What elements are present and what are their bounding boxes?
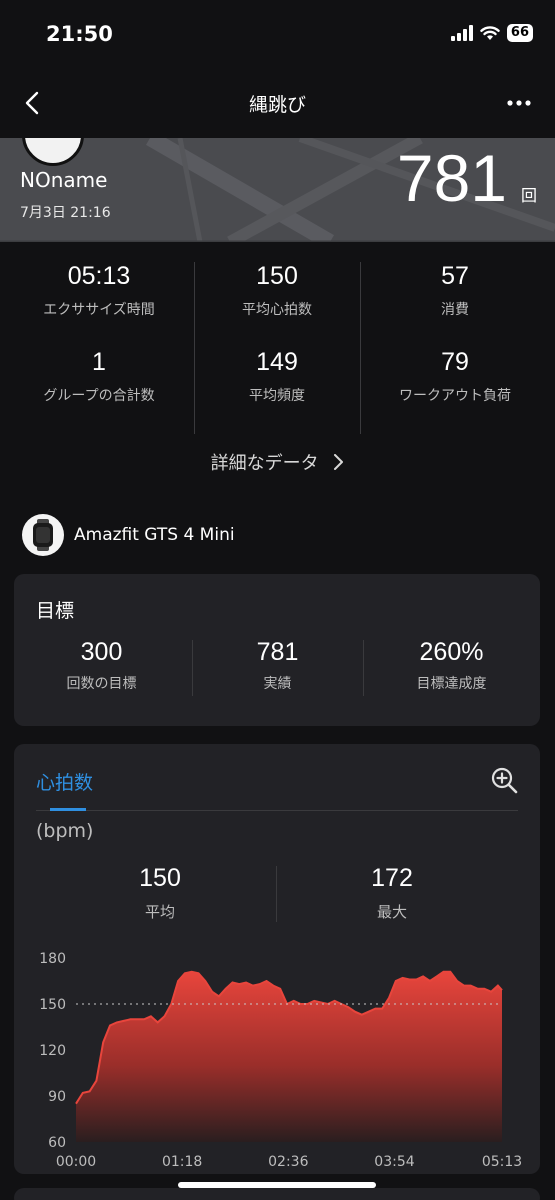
y-tick-label: 180 [39, 951, 66, 967]
heart-rate-card: 心拍数 (bpm) 150 平均 172 最大 180 150 120 90 60 00… [14, 744, 540, 1174]
unit-label: (bpm) [36, 820, 94, 842]
x-tick-label: 03:54 [374, 1154, 414, 1170]
stat-label: エクササイズ時間 [43, 302, 155, 318]
hr-max: 172 最大 [272, 864, 512, 922]
device-row[interactable]: Amazfit GTS 4 Mini [22, 514, 235, 556]
stat-avg-heart-rate: 150 平均心拍数 [188, 262, 366, 319]
hero-banner: NOname 7月3日 21:16 781 回 [0, 138, 555, 242]
jump-count-unit: 回 [520, 186, 537, 205]
next-card [14, 1188, 540, 1200]
wifi-icon [480, 26, 500, 40]
y-tick-label: 150 [39, 997, 66, 1013]
tab-active-indicator [50, 808, 86, 811]
stat-label: 平均頻度 [249, 388, 305, 404]
goal-label: 目標達成度 [416, 676, 487, 692]
battery-icon: 66 [506, 24, 533, 42]
tab-divider [36, 810, 518, 811]
watch-icon [22, 514, 64, 556]
goal-value: 300 [80, 638, 123, 666]
device-name: Amazfit GTS 4 Mini [74, 525, 235, 545]
more-icon[interactable] [505, 90, 533, 116]
chevron-right-icon [334, 454, 344, 470]
goal-value: 260% [419, 638, 484, 666]
hr-stat-value: 172 [371, 864, 413, 892]
stat-value: 05:13 [67, 262, 131, 290]
tab-heart-rate[interactable]: 心拍数 [36, 768, 93, 795]
y-tick-label: 60 [48, 1135, 66, 1151]
stat-workout-load: 79 ワークアウト負荷 [366, 348, 544, 405]
stat-value: 150 [256, 262, 298, 290]
nav-bar: 縄跳び [0, 78, 555, 128]
status-time: 21:50 [46, 22, 113, 46]
stat-label: 平均心拍数 [242, 302, 312, 318]
stat-value: 149 [256, 348, 298, 376]
goal-value: 781 [256, 638, 299, 666]
hr-average: 150 平均 [40, 864, 280, 922]
x-tick-label: 01:18 [162, 1154, 202, 1170]
session-datetime: 7月3日 21:16 [20, 205, 111, 221]
goal-title: 目標 [36, 600, 75, 622]
divider [360, 262, 361, 434]
hr-stat-value: 150 [139, 864, 181, 892]
goal-label: 回数の目標 [66, 676, 137, 692]
x-tick-label: 00:00 [56, 1154, 96, 1170]
x-tick-label: 02:36 [268, 1154, 308, 1170]
stat-value: 57 [441, 262, 469, 290]
detailed-data-link[interactable]: 詳細なデータ [0, 449, 555, 475]
goal-label: 実績 [263, 676, 292, 692]
goal-actual: 781 実績 [190, 638, 365, 693]
status-bar: 21:50 66 [0, 0, 555, 70]
divider [192, 640, 193, 696]
stat-value: 79 [441, 348, 469, 376]
hr-stat-label: 最大 [376, 903, 407, 921]
goal-achievement: 260% 目標達成度 [364, 638, 539, 693]
stat-label: グループの合計数 [43, 388, 155, 404]
hr-stat-label: 平均 [144, 903, 175, 921]
jump-count: 781 [396, 141, 507, 215]
stat-label: 消費 [441, 302, 469, 318]
x-tick-label: 05:13 [482, 1154, 522, 1170]
y-tick-label: 90 [48, 1089, 66, 1105]
user-name: NOname [20, 168, 108, 192]
cellular-signal-icon [450, 25, 473, 41]
divider [194, 262, 195, 434]
zoom-in-icon[interactable] [490, 766, 518, 794]
stat-calories: 57 消費 [366, 262, 544, 319]
heart-rate-area [76, 971, 502, 1142]
stat-avg-frequency: 149 平均頻度 [188, 348, 366, 405]
goal-card: 目標 300 回数の目標 781 実績 260% 目標達成度 [14, 574, 540, 726]
detailed-data-label: 詳細なデータ [210, 453, 319, 474]
y-tick-label: 120 [39, 1043, 66, 1059]
goal-target: 300 回数の目標 [14, 638, 189, 693]
stat-exercise-time: 05:13 エクササイズ時間 [10, 262, 188, 319]
heart-rate-chart: 180 150 120 90 60 00:00 01:18 02:36 03:54 05:13 [39, 951, 522, 1170]
stats-grid: 05:13 エクササイズ時間 150 平均心拍数 57 消費 1 グループの合計… [10, 262, 545, 436]
page-title: 縄跳び [248, 94, 306, 116]
stat-value: 1 [92, 348, 106, 376]
home-indicator[interactable] [178, 1182, 376, 1188]
divider [363, 640, 364, 696]
stat-label: ワークアウト負荷 [399, 388, 511, 404]
status-icons: 66 [450, 24, 533, 42]
stat-group-total: 1 グループの合計数 [10, 348, 188, 405]
